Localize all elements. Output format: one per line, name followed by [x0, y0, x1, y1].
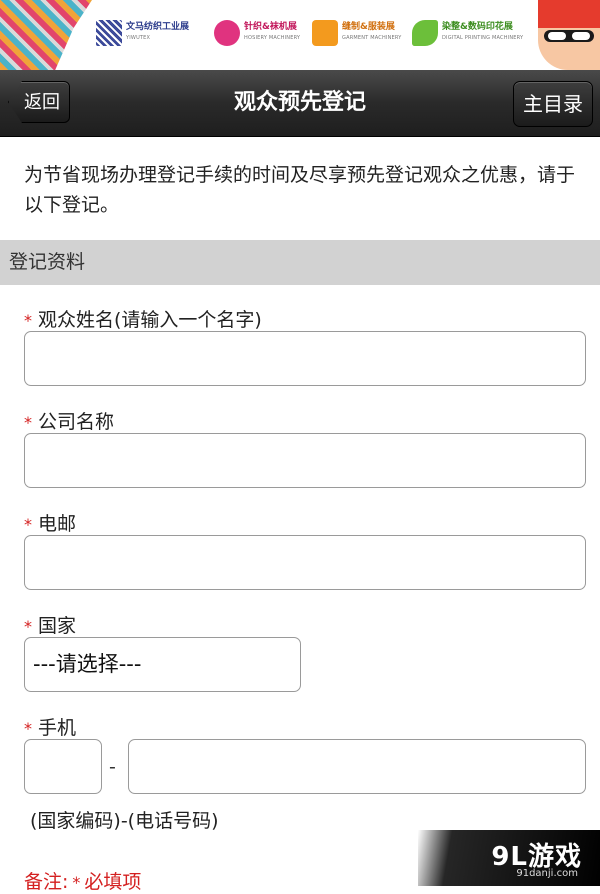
logo-text: 针织&袜机展 [244, 22, 297, 32]
sunglasses-icon [544, 30, 594, 42]
email-label: * 电邮 [24, 509, 76, 536]
name-input[interactable] [24, 331, 586, 386]
required-mark: * [72, 873, 81, 892]
logo-text: 缝制&服装展 [342, 22, 395, 32]
required-mark: * [24, 413, 32, 432]
page-title: 观众预先登记 [233, 90, 366, 115]
logo-text: 文马纺织工业展 [126, 22, 190, 32]
mascot-image [538, 0, 600, 70]
email-label-text: 电邮 [38, 513, 77, 535]
required-mark: * [24, 719, 32, 738]
yiwutex-logo-icon [96, 20, 122, 46]
name-label-text: 观众姓名(请输入一个名字) [38, 309, 262, 331]
logo-text: 染整&数码印花展 [442, 22, 513, 32]
logo-yiwutex: 文马纺织工业展 YIWUTEX [96, 16, 189, 50]
mobile-label: * 手机 [24, 713, 76, 740]
logo-printing: 染整&数码印花展 DIGITAL PRINTING MACHINERY [412, 16, 523, 50]
back-button[interactable]: 返回 [8, 81, 70, 123]
logo-subtext: GARMENT MACHINERY [342, 35, 402, 41]
required-mark: * [24, 311, 32, 330]
country-code-input[interactable] [24, 739, 102, 794]
company-label: * 公司名称 [24, 407, 114, 434]
required-mark: * [24, 617, 32, 636]
garment-logo-icon [312, 20, 338, 46]
phone-separator: - [109, 756, 116, 778]
watermark: 9L游戏 91danji.com [418, 830, 600, 886]
country-label: * 国家 [24, 611, 76, 638]
country-select[interactable]: ---请选择--- [24, 637, 301, 692]
section-header: 登记资料 [0, 240, 600, 285]
nav-bar: 返回 观众预先登记 主目录 [0, 70, 600, 137]
note-prefix: 备注: [24, 871, 69, 893]
phone-number-input[interactable] [128, 739, 586, 794]
hosiery-logo-icon [214, 20, 240, 46]
logo-hosiery: 针织&袜机展 HOSIERY MACHINERY [214, 16, 300, 50]
logo-subtext: DIGITAL PRINTING MACHINERY [442, 35, 524, 41]
phone-hint: (国家编码)-(电话号码) [30, 810, 219, 832]
note-suffix: 必填项 [84, 871, 142, 893]
mobile-label-text: 手机 [38, 717, 77, 739]
watermark-site: 91danji.com [516, 868, 578, 879]
main-menu-button[interactable]: 主目录 [513, 81, 593, 127]
weave-decoration [0, 0, 92, 70]
logo-subtext: YIWUTEX [126, 35, 151, 41]
company-label-text: 公司名称 [38, 411, 115, 433]
company-input[interactable] [24, 433, 586, 488]
intro-text: 为节省现场办理登记手续的时间及尽享预先登记观众之优惠，请于以下登记。 [24, 164, 576, 216]
email-input[interactable] [24, 535, 586, 590]
top-banner: 文马纺织工业展 YIWUTEX 针织&袜机展 HOSIERY MACHINERY 缝… [0, 0, 600, 70]
required-mark: * [24, 515, 32, 534]
logo-subtext: HOSIERY MACHINERY [244, 35, 301, 41]
name-label: * 观众姓名(请输入一个名字) [24, 305, 262, 332]
country-label-text: 国家 [38, 615, 77, 637]
required-note: 备注: * 必填项 [24, 867, 141, 894]
clover-logo-icon [412, 20, 438, 46]
logo-garment: 缝制&服装展 GARMENT MACHINERY [312, 16, 402, 50]
